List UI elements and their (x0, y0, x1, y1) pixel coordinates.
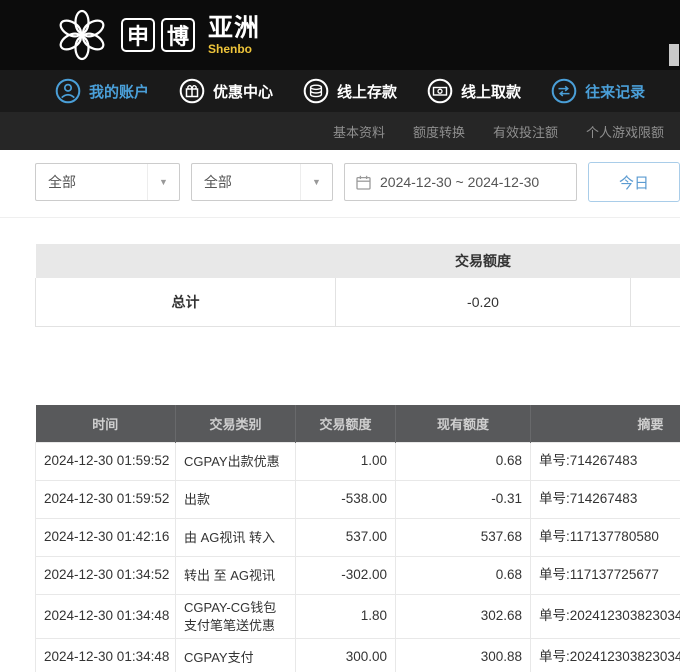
date-range-input[interactable]: 2024-12-30 ~ 2024-12-30 (344, 163, 577, 201)
nav-item-label: 往来记录 (585, 81, 645, 102)
cell-balance: 0.68 (396, 557, 531, 595)
cell-summary: 单号:117137780580 (531, 519, 680, 557)
gift-icon (179, 78, 205, 104)
date-range-value: 2024-12-30 ~ 2024-12-30 (380, 174, 539, 190)
sub-nav: 基本资料 额度转换 有效投注额 个人游戏限额 (0, 112, 680, 150)
cell-type: CGPAY-CG钱包支付笔笔送优惠 (176, 595, 296, 639)
cell-balance: 537.68 (396, 519, 531, 557)
cell-summary: 单号:117137725677 (531, 557, 680, 595)
summary-header-amount: 交易额度 (336, 244, 631, 278)
logo-boxes: 申 博 (121, 18, 195, 52)
table-row: 2024-12-30 01:34:48 CGPAY支付 300.00 300.8… (36, 639, 680, 672)
nav-item-label: 优惠中心 (213, 81, 273, 102)
cell-type: CGPAY支付 (176, 639, 296, 672)
banknote-icon (427, 78, 453, 104)
type-select-value: 全部 (192, 172, 232, 192)
cell-amount: 1.80 (296, 595, 396, 639)
nav-item-deposit[interactable]: 线上存款 (303, 78, 397, 104)
subnav-item-basic-info[interactable]: 基本资料 (333, 122, 385, 141)
top-header: 申 博 亚洲 Shenbo (0, 0, 680, 70)
cell-type: 出款 (176, 481, 296, 519)
cell-time: 2024-12-30 01:42:16 (36, 519, 176, 557)
cell-time: 2024-12-30 01:59:52 (36, 481, 176, 519)
logo-flower-icon (56, 9, 108, 61)
chevron-down-icon: ▼ (147, 164, 179, 200)
filter-bar: 全部 ▼ 全部 ▼ 2024-12-30 ~ 2024-12-30 今日 (0, 150, 680, 218)
table-header-row: 时间 交易类别 交易额度 现有额度 摘要 (36, 405, 680, 443)
logo-char-box: 申 (121, 18, 155, 52)
col-header-balance: 现有额度 (396, 405, 531, 443)
summary-table: 交易额度 总计 -0.20 (35, 244, 680, 327)
status-select[interactable]: 全部 ▼ (35, 163, 180, 201)
cell-amount: 537.00 (296, 519, 396, 557)
subnav-item-balance-transfer[interactable]: 额度转换 (413, 122, 465, 141)
logo-text: 亚洲 Shenbo (208, 16, 260, 55)
cell-balance: 0.68 (396, 443, 531, 481)
cell-amount: 300.00 (296, 639, 396, 672)
main-nav: 我的账户 优惠中心 线上存款 (0, 70, 680, 112)
summary-total-value: -0.20 (336, 278, 631, 326)
table-row: 2024-12-30 01:42:16 由 AG视讯 转入 537.00 537… (36, 519, 680, 557)
type-select[interactable]: 全部 ▼ (191, 163, 333, 201)
subnav-item-valid-bets[interactable]: 有效投注额 (493, 122, 558, 141)
cell-time: 2024-12-30 01:34:48 (36, 639, 176, 672)
status-select-value: 全部 (36, 172, 76, 192)
page: 申 博 亚洲 Shenbo 我的账户 优惠中 (0, 0, 680, 672)
cell-balance: 302.68 (396, 595, 531, 639)
cell-time: 2024-12-30 01:34:48 (36, 595, 176, 639)
summary-total-row: 总计 -0.20 (36, 278, 680, 326)
nav-item-withdraw[interactable]: 线上取款 (427, 78, 521, 104)
nav-item-my-account[interactable]: 我的账户 (55, 78, 149, 104)
transfer-arrows-icon (551, 78, 577, 104)
logo-region: 亚洲 (208, 16, 260, 41)
cell-amount: -538.00 (296, 481, 396, 519)
cell-time: 2024-12-30 01:34:52 (36, 557, 176, 595)
today-button[interactable]: 今日 (588, 162, 680, 202)
nav-item-promotions[interactable]: 优惠中心 (179, 78, 273, 104)
transactions-table: 时间 交易类别 交易额度 现有额度 摘要 2024-12-30 01:59:52… (35, 405, 680, 672)
coins-icon (303, 78, 329, 104)
table-row: 2024-12-30 01:59:52 出款 -538.00 -0.31 单号:… (36, 481, 680, 519)
user-icon (55, 78, 81, 104)
col-header-time: 时间 (36, 405, 176, 443)
cell-summary: 单号:714267483 (531, 443, 680, 481)
cell-time: 2024-12-30 01:59:52 (36, 443, 176, 481)
cell-balance: 300.88 (396, 639, 531, 672)
col-header-summary: 摘要 (531, 405, 680, 443)
nav-item-label: 线上取款 (461, 81, 521, 102)
cell-amount: -302.00 (296, 557, 396, 595)
nav-item-label: 我的账户 (89, 81, 149, 102)
cell-type: CGPAY出款优惠 (176, 443, 296, 481)
cell-balance: -0.31 (396, 481, 531, 519)
summary-header-blank (36, 244, 336, 278)
cell-type: 由 AG视讯 转入 (176, 519, 296, 557)
cell-amount: 1.00 (296, 443, 396, 481)
cell-summary: 单号:202412303823034 (531, 595, 680, 639)
col-header-type: 交易类别 (176, 405, 296, 443)
logo-subtitle: Shenbo (208, 43, 260, 55)
cell-type: 转出 至 AG视讯 (176, 557, 296, 595)
table-row: 2024-12-30 01:59:52 CGPAY出款优惠 1.00 0.68 … (36, 443, 680, 481)
nav-item-records[interactable]: 往来记录 (551, 78, 645, 104)
table-row: 2024-12-30 01:34:52 转出 至 AG视讯 -302.00 0.… (36, 557, 680, 595)
table-row: 2024-12-30 01:34:48 CGPAY-CG钱包支付笔笔送优惠 1.… (36, 595, 680, 639)
logo[interactable]: 申 博 亚洲 Shenbo (56, 9, 260, 61)
calendar-icon (356, 175, 371, 190)
scrollbar (668, 0, 680, 672)
logo-char-box: 博 (161, 18, 195, 52)
scrollbar-thumb[interactable] (669, 44, 679, 66)
nav-item-label: 线上存款 (337, 81, 397, 102)
chevron-down-icon: ▼ (300, 164, 332, 200)
summary-total-label: 总计 (36, 278, 336, 326)
subnav-item-game-limits[interactable]: 个人游戏限额 (586, 122, 664, 141)
cell-summary: 单号:714267483 (531, 481, 680, 519)
col-header-amount: 交易额度 (296, 405, 396, 443)
cell-summary: 单号:202412303823034 (531, 639, 680, 672)
summary-header-row: 交易额度 (36, 244, 680, 278)
